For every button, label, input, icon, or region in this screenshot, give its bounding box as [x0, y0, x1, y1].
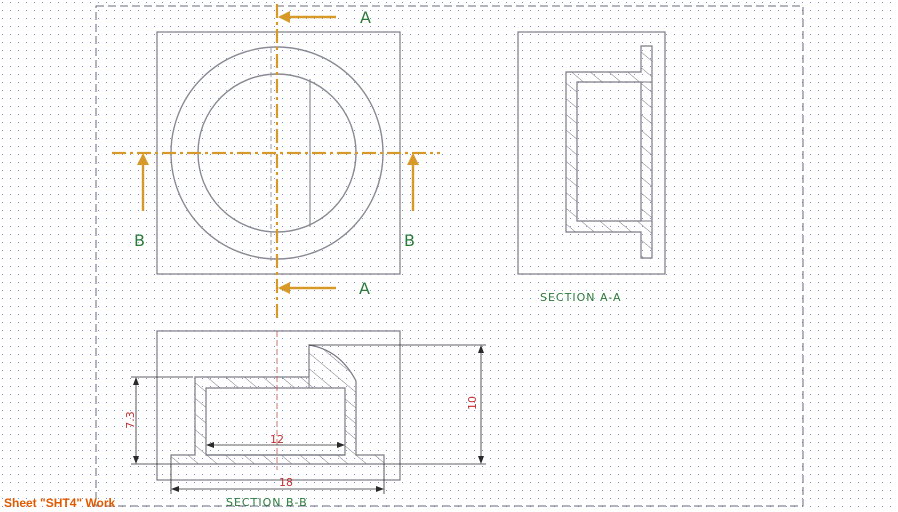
dim-10-text: 10 [466, 396, 479, 410]
label-b-right: B [404, 231, 415, 250]
section-aa-title: SECTION A-A [540, 291, 622, 304]
label-a-top: A [360, 8, 371, 27]
dim-7-3-text: 7.3 [124, 411, 137, 429]
dot-grid [0, 0, 898, 512]
section-bb-title: SECTION B-B [226, 496, 308, 509]
label-a-bottom: A [359, 279, 370, 298]
dim-12-text: 12 [270, 433, 284, 446]
label-b-left: B [134, 231, 145, 250]
dim-18-text: 18 [279, 476, 293, 489]
sheet-status-label: Sheet "SHT4" Work [4, 496, 116, 510]
drawing-sheet[interactable]: A A B B SECTION A-A 7.3 10 12 18 SECTION… [0, 0, 898, 512]
